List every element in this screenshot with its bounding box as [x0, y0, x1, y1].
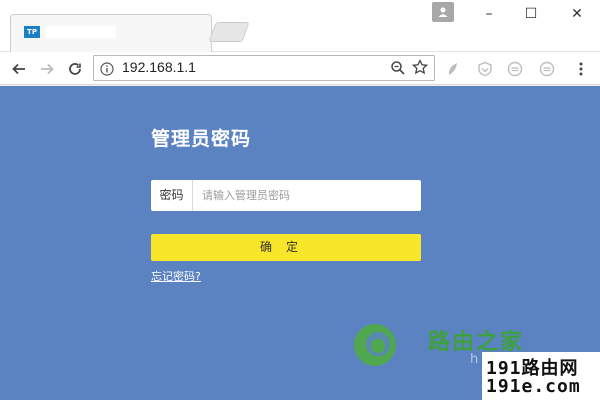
address-url[interactable]: 192.168.1.1: [122, 59, 196, 75]
extension-circle-icon[interactable]: [506, 60, 524, 78]
menu-dots-icon[interactable]: [572, 60, 590, 78]
maximize-button[interactable]: ☐: [510, 0, 552, 28]
watermark-191-box: 191路由网 191e.com: [482, 352, 600, 400]
password-input[interactable]: [194, 180, 419, 211]
password-field-group: 密码: [151, 180, 421, 211]
zoom-icon[interactable]: [390, 60, 406, 76]
page-title: 管理员密码: [151, 128, 252, 150]
reload-icon[interactable]: [64, 58, 86, 80]
extension-circle-icon[interactable]: [538, 60, 556, 78]
extension-shield-icon[interactable]: [476, 60, 494, 78]
minimize-button[interactable]: –: [468, 0, 510, 28]
profile-icon[interactable]: [432, 2, 454, 22]
luyouzhijia-logo-icon: [352, 322, 398, 368]
watermark-partial-text: h: [470, 352, 479, 367]
star-icon[interactable]: [411, 58, 429, 75]
password-label: 密码: [151, 180, 193, 211]
tp-favicon-icon: TP: [24, 26, 40, 38]
tab-title-redacted: [46, 26, 116, 38]
info-icon[interactable]: [100, 61, 114, 76]
new-tab-button[interactable]: [208, 22, 250, 42]
browser-title-bar: TP – ☐ ✕: [0, 0, 600, 52]
forward-arrow-icon[interactable]: [36, 58, 58, 80]
browser-toolbar: 192.168.1.1: [0, 52, 600, 85]
back-arrow-icon[interactable]: [8, 58, 30, 80]
watermark-191-domain: 191e.com: [486, 376, 581, 397]
confirm-button[interactable]: 确定: [151, 234, 421, 261]
forgot-password-link[interactable]: 忘记密码?: [151, 268, 201, 284]
address-bar[interactable]: 192.168.1.1: [93, 55, 435, 81]
close-button[interactable]: ✕: [556, 0, 598, 28]
extension-leaf-icon[interactable]: [444, 60, 462, 78]
